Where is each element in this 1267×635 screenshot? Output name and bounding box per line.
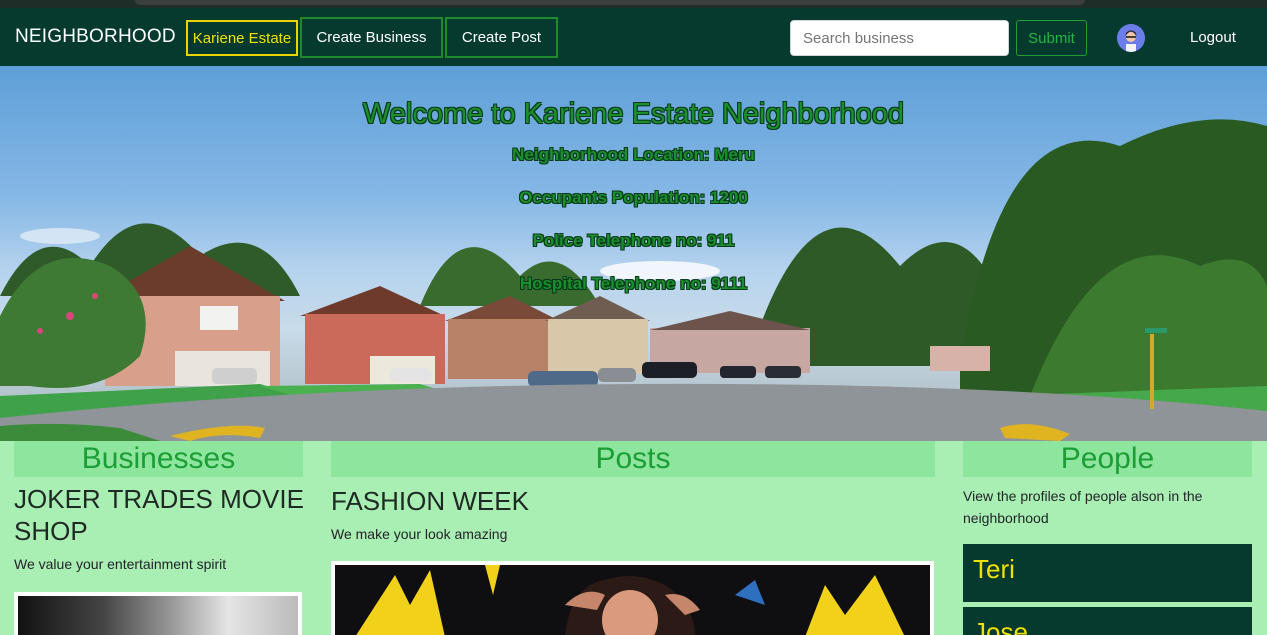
browser-top-strip [0,0,1267,8]
posts-heading: Posts [331,441,935,477]
fashion-photo [335,565,930,635]
businesses-heading: Businesses [14,441,303,477]
hero-location: Neighborhood Location: Meru [512,145,755,164]
avatar-figure-icon [1117,24,1145,52]
post-title[interactable]: FASHION WEEK [331,486,529,517]
post-description: We make your look amazing [331,526,508,542]
nav-link-create-business[interactable]: Create Business [300,17,443,58]
brand-logo[interactable]: NEIGHBORHOOD [15,26,176,48]
submit-button[interactable]: Submit [1016,20,1087,56]
hero-population: Occupants Population: 1200 [519,188,748,207]
people-heading: People [963,441,1252,477]
business-photo [18,596,298,635]
hero-hospital-phone: Hospital Telephone no: 9111 [519,274,748,293]
navbar: NEIGHBORHOOD Kariene Estate Create Busin… [0,8,1267,66]
hero-title: Welcome to Kariene Estate Neighborhood [362,98,905,130]
people-description: View the profiles of people alson in the… [963,488,1203,526]
post-image[interactable] [331,561,934,635]
user-avatar-icon[interactable] [1117,24,1145,52]
post-photo [335,565,930,635]
address-bar-edge [135,0,1085,5]
business-image[interactable] [14,592,302,635]
logout-link[interactable]: Logout [1190,29,1236,46]
hero-police-phone: Police Telephone no: 911 [532,231,735,250]
person-card-jose[interactable]: Jose [963,607,1252,635]
nav-link-kariene-estate[interactable]: Kariene Estate [186,20,298,56]
business-description: We value your entertainment spirit [14,556,227,572]
person-card-teri[interactable]: Teri [963,544,1252,602]
hero-banner: Welcome to Kariene Estate Neighborhood N… [0,66,1267,441]
search-input[interactable] [790,20,1009,56]
nav-link-create-post[interactable]: Create Post [445,17,558,58]
business-name[interactable]: JOKER TRADES MOVIE SHOP [14,483,304,547]
